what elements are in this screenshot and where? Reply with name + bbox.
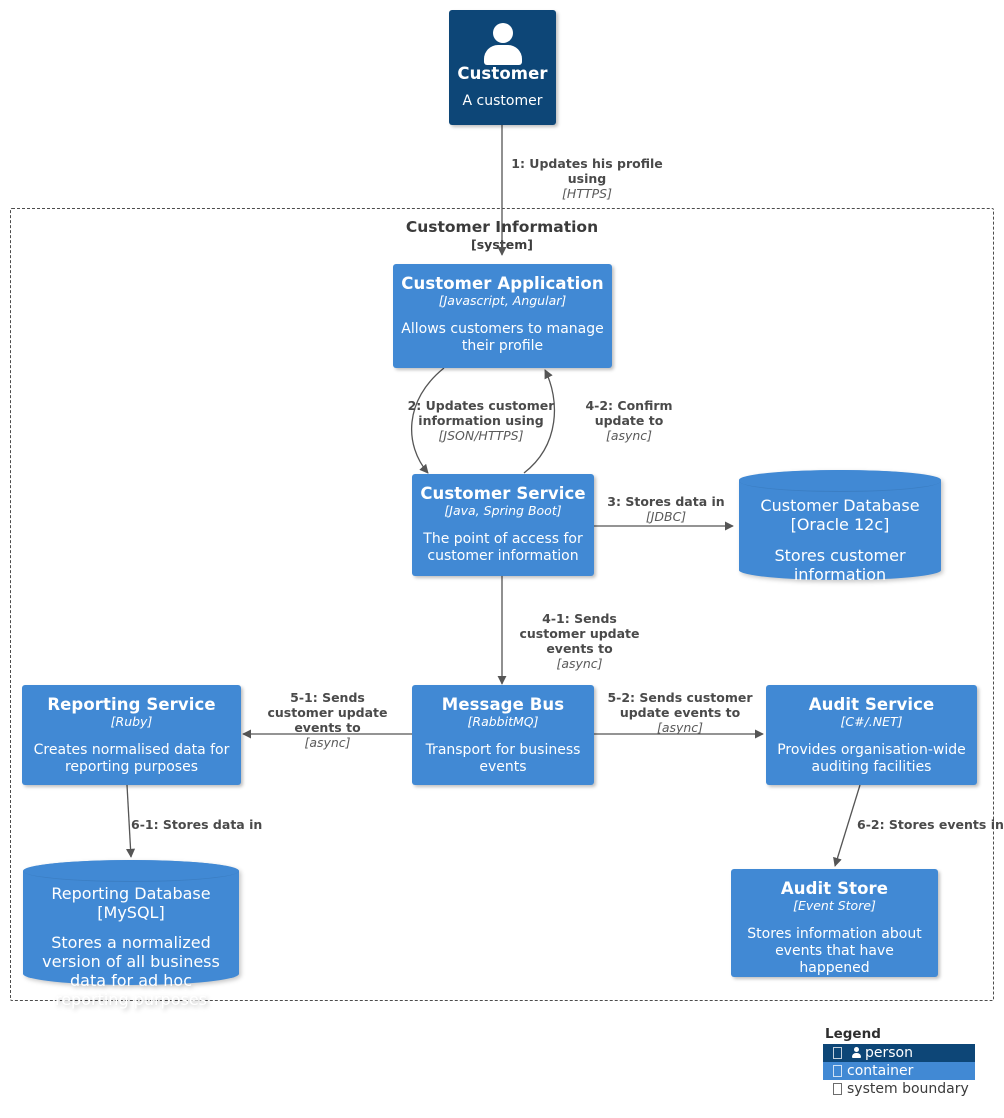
node-title: Audit Store <box>780 879 889 898</box>
edge-label-text: 5-1: Sends customer update events to <box>267 690 388 735</box>
legend-label: container <box>847 1063 914 1079</box>
legend-swatch-person <box>833 1047 842 1059</box>
node-description: Provides organisation-wide auditing faci… <box>777 742 966 775</box>
node-description: Stores information about events that hav… <box>747 926 922 976</box>
person-icon <box>847 1045 865 1061</box>
legend-swatch-container <box>833 1065 842 1077</box>
edge-label-text: 5-2: Sends customer update events to <box>607 690 753 720</box>
node-customer-database[interactable]: Customer Database [Oracle 12c] Stores cu… <box>739 470 941 584</box>
node-technology: [Javascript, Angular] <box>438 293 567 308</box>
edge-label-3: 3: Stores data in [JDBC] <box>606 494 726 524</box>
node-description: Allows customers to manage their profile <box>401 321 604 354</box>
cylinder-top-ellipse <box>739 470 941 492</box>
system-boundary-label: Customer Information [system] <box>352 218 652 253</box>
node-reporting-database[interactable]: Reporting Database [MySQL] Stores a norm… <box>23 860 239 1009</box>
edge-label-text: 4-1: Sends customer update events to <box>519 611 640 656</box>
node-title: Audit Service <box>808 695 935 714</box>
edge-label-tech: [HTTPS] <box>562 186 612 201</box>
edge-label-tech: [async] <box>556 656 603 671</box>
edge-label-text: 6-1: Stores data in <box>131 817 263 832</box>
node-customer-application[interactable]: Customer Application [Javascript, Angula… <box>393 264 612 368</box>
legend-swatch-system-boundary <box>833 1083 842 1095</box>
person-icon <box>457 20 548 65</box>
edge-label-5-2: 5-2: Sends customer update events to [as… <box>606 690 754 735</box>
node-title: Customer Application <box>401 274 604 293</box>
edge-label-tech: [JDBC] <box>645 509 687 524</box>
edge-label-6-2: 6-2: Stores events in <box>857 817 1004 832</box>
edge-label-text: 2: Updates customer information using <box>407 398 555 428</box>
edge-label-2: 2: Updates customer information using [J… <box>401 398 561 443</box>
legend: Legend person container system boundary <box>823 1026 975 1098</box>
node-message-bus[interactable]: Message Bus [RabbitMQ] Transport for bus… <box>412 685 594 785</box>
system-boundary-type: [system] <box>471 237 533 252</box>
node-description: Stores customer information <box>774 546 906 584</box>
node-technology: [Oracle 12c] <box>790 515 890 534</box>
node-title: Customer Database <box>760 496 920 515</box>
node-title: Customer Service <box>420 484 586 503</box>
node-description: A customer <box>462 93 543 109</box>
edge-label-tech: [async] <box>656 720 704 735</box>
node-technology: [RabbitMQ] <box>467 714 539 729</box>
node-audit-service[interactable]: Audit Service [C#/.NET] Provides organis… <box>766 685 977 785</box>
node-technology: [Event Store] <box>793 898 876 913</box>
edge-label-4-1: 4-1: Sends customer update events to [as… <box>507 611 652 671</box>
edge-label-text: 4-2: Confirm update to <box>585 398 673 428</box>
node-customer[interactable]: Customer A customer <box>449 10 556 125</box>
node-title: Customer <box>457 64 548 83</box>
node-title: Reporting Service <box>47 695 216 714</box>
legend-title: Legend <box>825 1026 881 1042</box>
edge-label-1: 1: Updates his profile using [HTTPS] <box>502 156 672 201</box>
legend-item-person[interactable]: person <box>823 1044 975 1062</box>
node-technology: [MySQL] <box>97 903 165 922</box>
node-technology: [Java, Spring Boot] <box>444 503 562 518</box>
edge-label-text: 3: Stores data in <box>607 494 725 509</box>
edge-label-tech: [async] <box>304 735 351 750</box>
node-title: Message Bus <box>441 695 565 714</box>
node-description: Creates normalised data for reporting pu… <box>33 742 230 775</box>
node-title: Reporting Database <box>51 884 211 903</box>
node-description: Stores a normalized version of all busin… <box>42 933 220 1009</box>
edge-label-4-2: 4-2: Confirm update to [async] <box>559 398 699 443</box>
node-customer-service[interactable]: Customer Service [Java, Spring Boot] The… <box>412 474 594 576</box>
system-boundary-name: Customer Information <box>405 218 599 236</box>
node-reporting-service[interactable]: Reporting Service [Ruby] Creates normali… <box>22 685 241 785</box>
edge-label-text: 1: Updates his profile using <box>511 156 663 186</box>
legend-item-container[interactable]: container <box>823 1062 975 1080</box>
cylinder-top-ellipse <box>23 860 239 882</box>
edge-label-tech: [async] <box>605 428 653 443</box>
edge-label-6-1: 6-1: Stores data in <box>131 817 311 832</box>
node-technology: [Ruby] <box>110 714 153 729</box>
edge-label-tech: [JSON/HTTPS] <box>438 428 524 443</box>
c4-container-diagram: Customer Information [system] Customer A… <box>0 0 1004 1118</box>
node-technology: [C#/.NET] <box>840 714 903 729</box>
node-description: Transport for business events <box>425 742 581 775</box>
edge-label-5-1: 5-1: Sends customer update events to [as… <box>255 690 400 750</box>
legend-item-system-boundary[interactable]: system boundary <box>823 1080 975 1098</box>
node-audit-store[interactable]: Audit Store [Event Store] Stores informa… <box>731 869 938 977</box>
legend-label: person <box>865 1045 913 1061</box>
edge-label-text: 6-2: Stores events in <box>857 817 1004 832</box>
node-description: The point of access for customer informa… <box>423 531 583 564</box>
legend-label: system boundary <box>847 1081 969 1097</box>
